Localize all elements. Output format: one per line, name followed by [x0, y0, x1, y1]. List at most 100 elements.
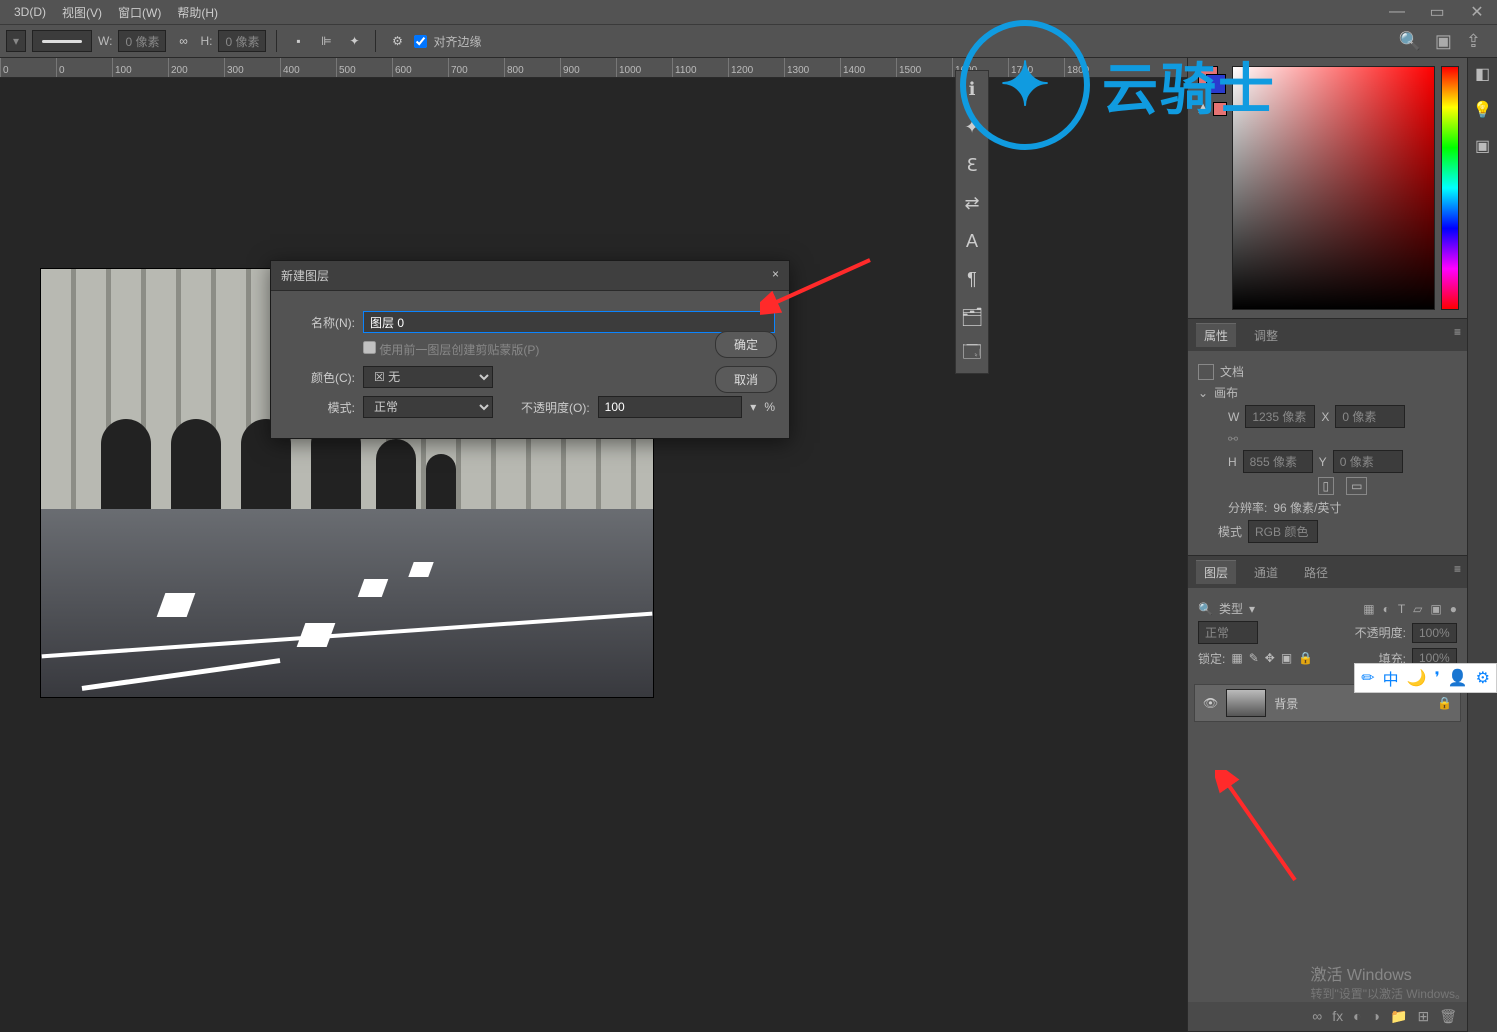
gear-icon[interactable]: ⚙ [386, 30, 408, 52]
ime-comma-icon[interactable]: ❜ [1435, 668, 1440, 688]
filter-kind[interactable]: 类型 [1219, 600, 1243, 617]
libraries-icon[interactable]: ▣ [1475, 136, 1490, 156]
link-icon[interactable]: ⚯ [1228, 432, 1238, 446]
clip-label: 使用前一图层创建剪贴蒙版(P) [379, 343, 539, 357]
tab-properties[interactable]: 属性 [1196, 323, 1236, 347]
tabs-icon[interactable]: 🗂 [960, 305, 984, 329]
tab-layers[interactable]: 图层 [1196, 560, 1236, 584]
ruler-tick: 0 [56, 58, 112, 77]
mode-select[interactable]: 正常 [363, 396, 493, 418]
share-icon[interactable]: ⇪ [1466, 31, 1481, 52]
layers-footer: ∞ fx ◐ ◑ 📁 ⊞ 🗑 [1188, 1002, 1467, 1031]
mode-field[interactable]: RGB 颜色 [1248, 520, 1318, 543]
filter-smart-icon[interactable]: ▣ [1430, 602, 1441, 616]
filter-shape-icon[interactable]: ▱ [1413, 602, 1422, 616]
right-panels: ▲ 属性 调整 ≡ 文档 ⌄ 画布 W1235 像素 X0 像素 [1187, 58, 1467, 1032]
menu-3d[interactable]: 3D(D) [6, 5, 54, 19]
tab-paths[interactable]: 路径 [1296, 561, 1336, 584]
close-icon[interactable]: ✕ [1457, 0, 1497, 24]
ime-edit-icon[interactable]: ✏ [1361, 668, 1374, 688]
color-select[interactable]: ☒ 无 [363, 366, 493, 388]
lock-move-icon[interactable]: ✥ [1265, 651, 1275, 665]
h-field[interactable]: 855 像素 [1243, 450, 1313, 473]
lock-trans-icon[interactable]: ▦ [1231, 651, 1242, 665]
maximize-icon[interactable]: ▭ [1417, 0, 1457, 24]
layer-thumb[interactable] [1226, 689, 1266, 717]
tab-adjustments[interactable]: 调整 [1246, 324, 1286, 347]
swap-icon[interactable]: ⇄ [960, 191, 984, 215]
lock-paint-icon[interactable]: ✎ [1249, 651, 1259, 665]
doc-icon [1198, 364, 1214, 380]
panel-menu-icon[interactable]: ≡ [1454, 325, 1461, 339]
filter-adjust-icon[interactable]: ◐ [1383, 602, 1390, 616]
y-field[interactable]: 0 像素 [1333, 450, 1403, 473]
blend-mode-select[interactable]: 正常 [1198, 621, 1258, 644]
lock-icon[interactable]: 🔒 [1437, 696, 1452, 710]
x-field[interactable]: 0 像素 [1335, 405, 1405, 428]
tab-channels[interactable]: 通道 [1246, 561, 1286, 584]
dock-expand-icon[interactable]: ◧ [1475, 64, 1490, 84]
align-edges-checkbox[interactable] [414, 35, 427, 48]
visibility-icon[interactable]: 👁 [1203, 696, 1218, 710]
ime-floatbar[interactable]: ✏ 中 🌙 ❜ 👤 ⚙ [1354, 663, 1497, 693]
panel-menu-icon[interactable]: ≡ [1454, 562, 1461, 576]
filter-toggle-icon[interactable]: ● [1450, 602, 1457, 616]
menu-view[interactable]: 视图(V) [54, 4, 110, 21]
hue-slider[interactable] [1441, 66, 1459, 310]
menu-help[interactable]: 帮助(H) [169, 4, 226, 21]
mask-icon[interactable]: ◐ [1353, 1008, 1361, 1025]
opacity-input[interactable] [598, 396, 743, 418]
ruler-tick: 100 [112, 58, 168, 77]
w-field[interactable]: 1235 像素 [1245, 405, 1315, 428]
mode-label: 模式: [285, 399, 355, 416]
align-icon-2[interactable]: ⊫ [315, 30, 337, 52]
ime-lang[interactable]: 中 [1383, 666, 1399, 690]
cancel-button[interactable]: 取消 [715, 366, 777, 393]
width-field[interactable]: 0 像素 [118, 30, 166, 52]
link-layers-icon[interactable]: ∞ [1312, 1008, 1322, 1025]
watermark-logo: ✦ [960, 20, 1090, 150]
layer-name[interactable]: 背景 [1274, 695, 1298, 712]
ime-moon-icon[interactable]: 🌙 [1407, 668, 1427, 688]
align-icon-3[interactable]: ✦ [343, 30, 365, 52]
text-icon[interactable]: A [960, 229, 984, 253]
y-label: Y [1319, 455, 1327, 469]
tool-preset[interactable]: ▾ [6, 30, 26, 52]
filter-type-icon[interactable]: T [1398, 602, 1405, 616]
stroke-preview[interactable] [32, 30, 92, 52]
ruler-tick: 500 [336, 58, 392, 77]
dialog-close-icon[interactable]: × [772, 267, 779, 284]
ok-button[interactable]: 确定 [715, 331, 777, 358]
height-field[interactable]: 0 像素 [218, 30, 266, 52]
canvas-section[interactable]: 画布 [1214, 384, 1238, 401]
filter-pixel-icon[interactable]: ▦ [1363, 602, 1374, 616]
opacity-field[interactable]: 100% [1412, 623, 1457, 643]
brush-icon[interactable]: ℇ [960, 153, 984, 177]
group-icon[interactable]: 📁 [1390, 1008, 1407, 1025]
new-layer-icon[interactable]: ⊞ [1417, 1008, 1429, 1025]
landscape-icon[interactable]: ▭ [1346, 477, 1367, 495]
window-icon[interactable]: 🗔 [960, 343, 984, 367]
fx-icon[interactable]: fx [1332, 1008, 1343, 1025]
lock-artboard-icon[interactable]: ▣ [1281, 651, 1292, 665]
delete-icon[interactable]: 🗑 [1439, 1008, 1457, 1025]
name-input[interactable] [363, 311, 775, 333]
workspace-icon[interactable]: ▣ [1435, 31, 1452, 52]
lock-all-icon[interactable]: 🔒 [1298, 651, 1313, 665]
portrait-icon[interactable]: ▯ [1318, 477, 1335, 495]
adjustment-icon[interactable]: ◑ [1372, 1008, 1380, 1025]
paragraph-icon[interactable]: ¶ [960, 267, 984, 291]
ime-user-icon[interactable]: 👤 [1448, 668, 1468, 688]
res-value: 96 像素/英寸 [1273, 499, 1341, 516]
lock-label: 锁定: [1198, 650, 1225, 667]
align-icon-1[interactable]: ▪ [287, 30, 309, 52]
menu-window[interactable]: 窗口(W) [110, 4, 169, 21]
search-icon[interactable]: 🔍 [1398, 31, 1420, 52]
minimize-icon[interactable]: — [1377, 0, 1417, 24]
ruler-tick: 800 [504, 58, 560, 77]
ruler-tick: 1300 [784, 58, 840, 77]
ime-gear-icon[interactable]: ⚙ [1476, 668, 1490, 688]
ruler-tick: 0 [0, 58, 56, 77]
learn-icon[interactable]: 💡 [1473, 100, 1493, 120]
link-wh-icon[interactable]: ∞ [172, 30, 194, 52]
